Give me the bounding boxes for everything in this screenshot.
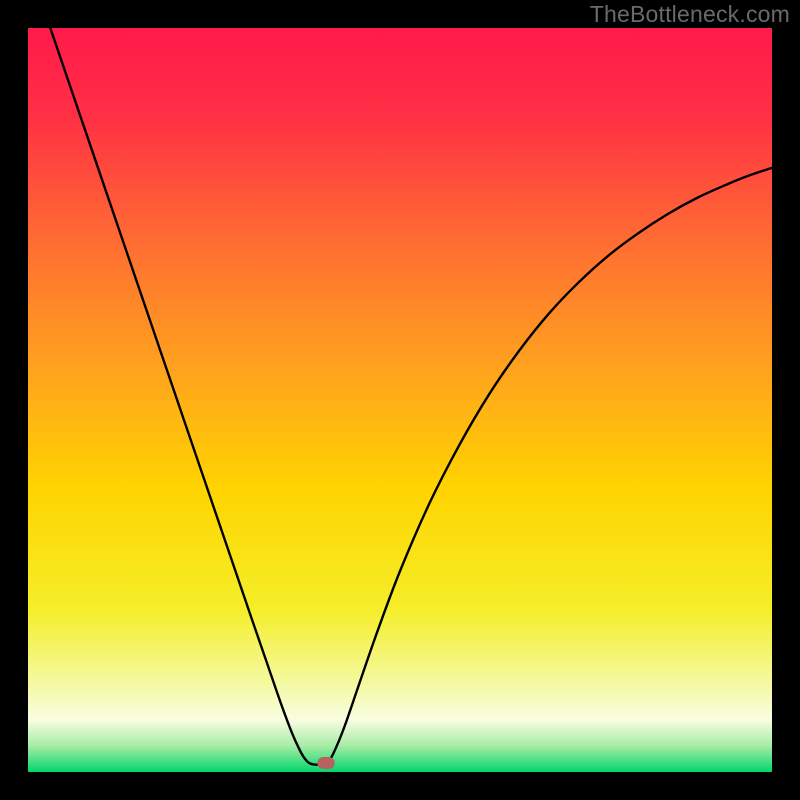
- optimal-point-marker: [317, 757, 334, 769]
- watermark-text: TheBottleneck.com: [590, 1, 790, 28]
- chart-outer-frame: TheBottleneck.com: [0, 0, 800, 800]
- chart-svg: [28, 28, 772, 772]
- gradient-background: [28, 28, 772, 772]
- plot-area: [28, 28, 772, 772]
